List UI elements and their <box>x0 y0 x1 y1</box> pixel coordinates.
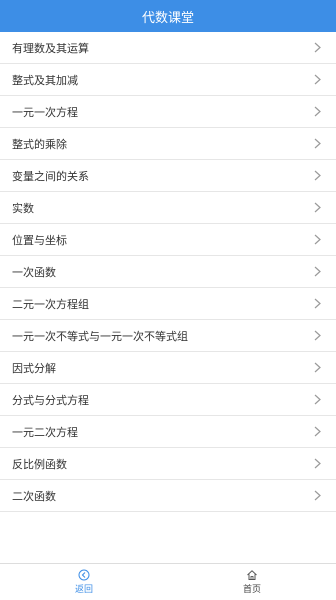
chevron-right-icon <box>312 170 322 181</box>
chevron-right-icon <box>312 426 322 437</box>
chevron-right-icon <box>312 458 322 469</box>
chevron-right-icon <box>312 202 322 213</box>
list-item[interactable]: 位置与坐标 <box>0 224 336 256</box>
list-empty-area <box>0 512 336 564</box>
page-title: 代数课堂 <box>141 10 194 26</box>
list-item[interactable]: 实数 <box>0 192 336 224</box>
chevron-right-icon <box>312 490 322 501</box>
list-item[interactable]: 一元一次不等式与一元一次不等式组 <box>0 320 336 352</box>
list-item[interactable]: 有理数及其运算 <box>0 32 336 64</box>
list-item-label: 一元一次不等式与一元一次不等式组 <box>12 329 188 343</box>
chevron-right-icon <box>312 42 322 53</box>
chevron-right-icon <box>312 138 322 149</box>
chevron-right-icon <box>312 394 322 405</box>
app-header: 代数课堂 <box>0 0 336 32</box>
list-item-label: 实数 <box>12 201 34 215</box>
chevron-right-icon <box>312 106 322 117</box>
list-item[interactable]: 整式的乘除 <box>0 128 336 160</box>
list-item[interactable]: 二元一次方程组 <box>0 288 336 320</box>
list-item[interactable]: 变量之间的关系 <box>0 160 336 192</box>
list-item-label: 一元二次方程 <box>12 425 78 439</box>
list-item[interactable]: 整式及其加减 <box>0 64 336 96</box>
tab-back[interactable]: 返回 <box>0 564 168 600</box>
list-item[interactable]: 反比例函数 <box>0 448 336 480</box>
list-item-label: 二次函数 <box>12 489 56 503</box>
list-item[interactable]: 一次函数 <box>0 256 336 288</box>
chevron-right-icon <box>312 234 322 245</box>
list-item-label: 反比例函数 <box>12 457 67 471</box>
list-item-label: 因式分解 <box>12 361 56 375</box>
list-item-label: 变量之间的关系 <box>12 169 89 183</box>
list-item[interactable]: 因式分解 <box>0 352 336 384</box>
chevron-right-icon <box>312 74 322 85</box>
list-item[interactable]: 一元二次方程 <box>0 416 336 448</box>
topic-list: 有理数及其运算 整式及其加减 一元一次方程 整式的乘除 变量之间的关系 实数 位… <box>0 32 336 512</box>
tab-home[interactable]: 首页 <box>168 564 336 600</box>
home-icon <box>247 570 257 580</box>
list-item[interactable]: 一元一次方程 <box>0 96 336 128</box>
list-item[interactable]: 分式与分式方程 <box>0 384 336 416</box>
bottom-tab-bar: 返回 首页 <box>0 563 336 600</box>
list-item-label: 分式与分式方程 <box>12 393 89 407</box>
list-item-label: 整式及其加减 <box>12 73 78 87</box>
chevron-right-icon <box>312 298 322 309</box>
chevron-right-icon <box>312 362 322 373</box>
list-item[interactable]: 二次函数 <box>0 480 336 512</box>
list-item-label: 二元一次方程组 <box>12 297 89 311</box>
list-item-label: 有理数及其运算 <box>12 41 89 55</box>
list-item-label: 整式的乘除 <box>12 137 67 151</box>
chevron-right-icon <box>312 330 322 341</box>
back-circle-icon <box>78 569 90 581</box>
tab-home-label: 首页 <box>242 585 261 595</box>
tab-back-label: 返回 <box>74 585 93 595</box>
list-item-label: 一元一次方程 <box>12 105 78 119</box>
list-item-label: 位置与坐标 <box>12 233 67 247</box>
list-item-label: 一次函数 <box>12 265 56 279</box>
chevron-right-icon <box>312 266 322 277</box>
